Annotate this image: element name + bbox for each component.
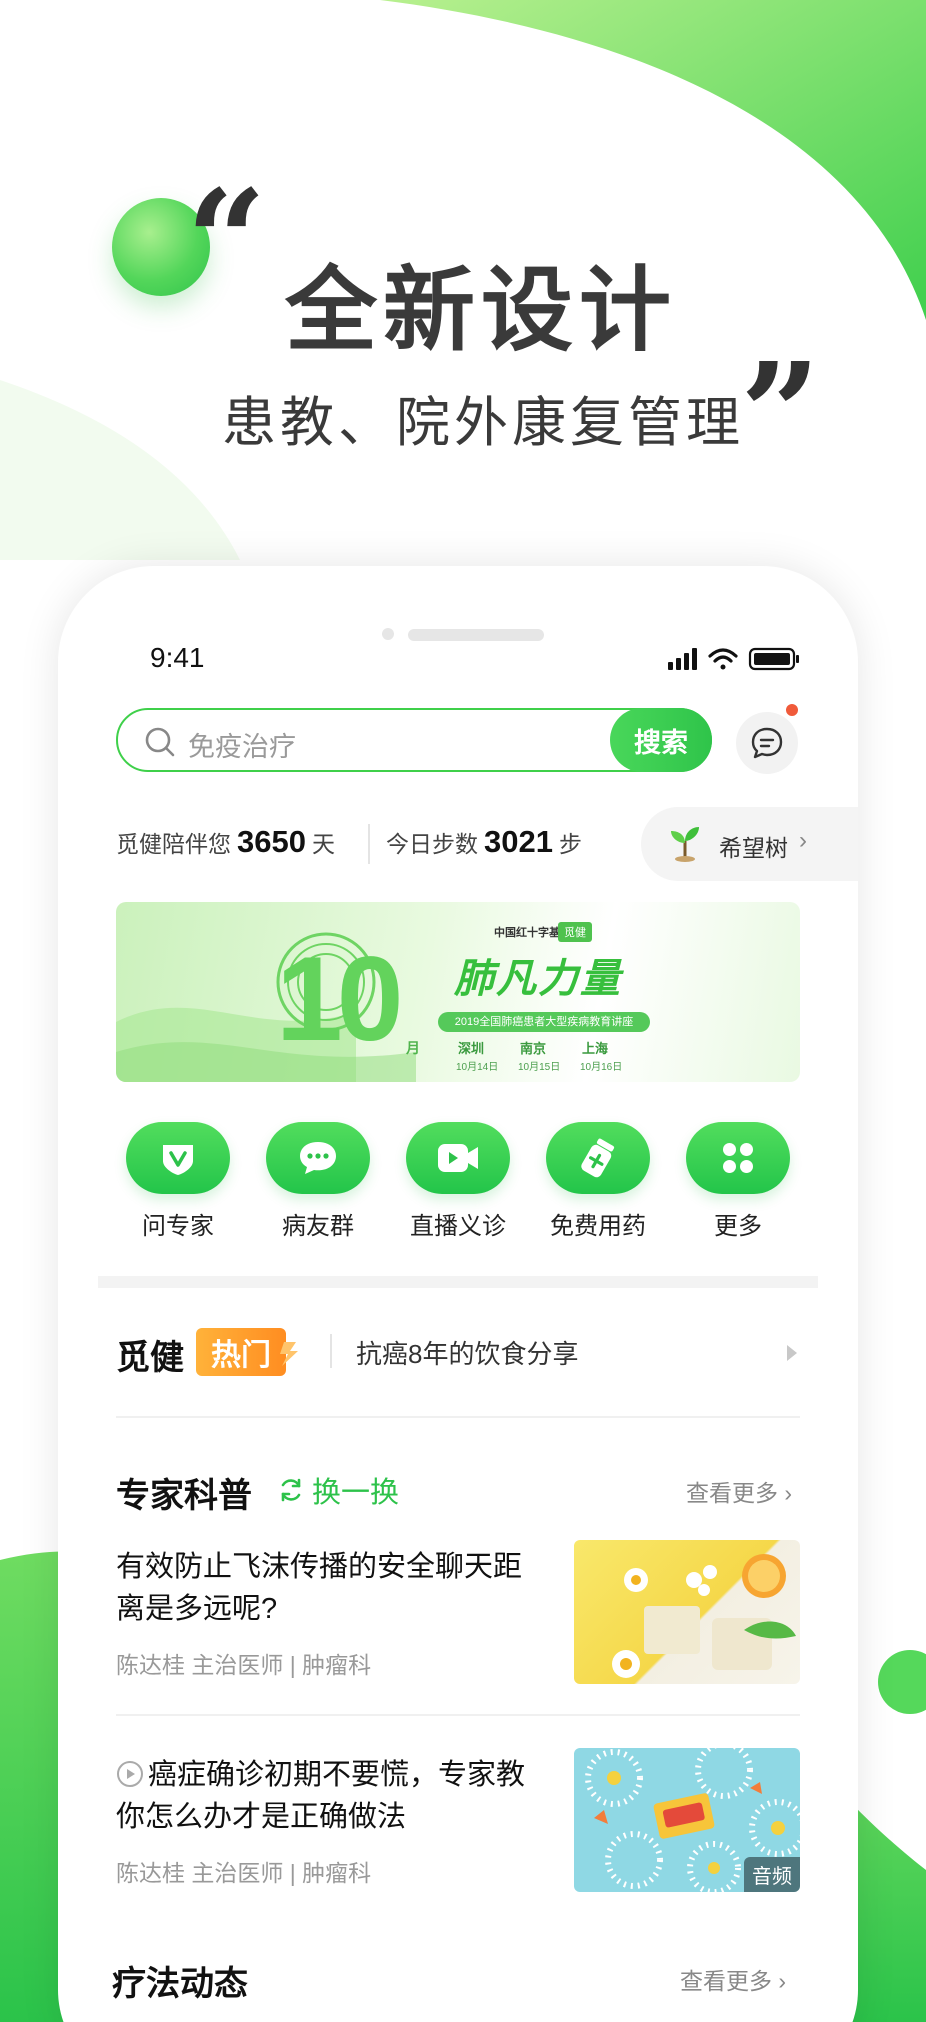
phone-frame: 9:41 免疫治疗 搜索 觅健陪伴您 3650 天 今日步数 3021 步 希望… [58,566,858,2022]
divider [116,1416,800,1418]
see-more-label: 查看更多 [680,1968,772,1994]
stats-divider [368,824,370,864]
section-title-expert: 专家科普 [116,1477,252,1515]
phone-screen: 9:41 免疫治疗 搜索 觅健陪伴您 3650 天 今日步数 3021 步 希望… [58,566,858,2022]
menu-label: 直播义诊 [410,1213,506,1240]
event-banner[interactable]: 10 月 中国红十字基金会 觅健 肺凡力量 2019全国肺癌患者大型疾病教育讲座… [116,902,800,1082]
refresh-label: 换一换 [312,1477,400,1509]
clover-icon [686,1122,790,1194]
article-title-text: 癌症确诊初期不要慌，专家教你怎么办才是正确做法 [116,1759,526,1834]
status-time: 9:41 [150,642,205,673]
message-button[interactable] [736,712,798,774]
see-more-link[interactable]: 查看更多 › [680,1962,786,1996]
signal-icon [668,648,697,670]
menu-ask-expert[interactable]: 问专家 [118,1122,238,1241]
companion-value: 3650 [237,824,306,859]
see-more-link[interactable]: 查看更多 › [686,1474,792,1508]
divider [116,1714,800,1716]
message-icon [751,727,783,759]
menu-patient-group[interactable]: 病友群 [258,1122,378,1241]
menu-live-clinic[interactable]: 直播义诊 [398,1122,518,1241]
banner-city: 上海 [582,1041,609,1056]
banner-city: 深圳 [458,1041,485,1056]
lightning-icon [280,1342,298,1366]
menu-free-medicine[interactable]: 免费用药 [538,1122,658,1241]
banner-date: 10月15日 [518,1062,561,1073]
hot-headline-link[interactable]: 抗癌8年的饮食分享 [356,1334,578,1371]
article-meta: 陈达桂 主治医师 | 肿瘤科 [116,1652,372,1678]
companion-unit: 天 [311,831,335,857]
refresh-button[interactable]: 换一换 [278,1468,399,1512]
speaker-bar [408,629,544,641]
hope-tree-label: 希望树 [719,835,788,861]
steps-label: 今日步数 [386,831,478,857]
menu-label: 病友群 [282,1213,354,1240]
open-quote-mark: “ [186,160,267,324]
section-title-therapy: 疗法动态 [112,1965,248,2003]
article-title[interactable]: 有效防止飞沫传播的安全聊天距离是多远呢? [116,1546,526,1630]
search-icon [145,727,175,757]
banner-date: 10月14日 [456,1062,499,1073]
wifi-icon [708,648,738,670]
v-shield-icon [126,1122,230,1194]
menu-label: 更多 [714,1213,762,1240]
banner-title: 肺凡力量 [454,957,622,1001]
article-thumbnail[interactable]: 音频 [574,1748,800,1892]
play-circle-icon [117,1761,143,1787]
menu-label: 问专家 [142,1213,214,1240]
article-meta: 陈达桂 主治医师 | 肿瘤科 [116,1860,372,1886]
camera-dot [382,628,394,640]
see-more-label: 查看更多 [686,1480,778,1506]
banner-month: 月 [406,1040,420,1056]
article-title[interactable]: 癌症确诊初期不要慌，专家教你怎么办才是正确做法 [116,1754,526,1838]
section-divider [98,1276,818,1288]
close-quote-mark: ” [740,333,821,497]
video-camera-icon [406,1122,510,1194]
banner-subtitle: 2019全国肺癌患者大型疾病教育讲座 [438,1012,650,1032]
chevron-right-icon: › [799,827,807,854]
steps-unit: 步 [558,831,582,857]
hot-brand: 觅健 [116,1339,184,1377]
article-image [612,1554,796,1678]
menu-more[interactable]: 更多 [678,1122,798,1241]
banner-number: 10 [276,932,404,1066]
search-input[interactable]: 免疫治疗 [188,725,296,764]
hot-divider [330,1334,332,1368]
companion-days: 觅健陪伴您 3650 天 [116,824,335,860]
banner-date: 10月16日 [580,1062,623,1073]
hope-tree-button[interactable]: 希望树 › [641,807,858,881]
article-thumbnail[interactable] [574,1540,800,1684]
status-icons [668,647,799,671]
companion-label: 觅健陪伴您 [116,831,231,857]
hero-subtitle: 患教、院外康复管理 [222,393,744,453]
audio-tag: 音频 [744,1857,800,1892]
battery-icon [748,647,799,671]
notification-dot [784,702,800,718]
caret-right-icon[interactable] [786,1344,798,1362]
banner-brand: 觅健 [558,922,592,942]
menu-label: 免费用药 [550,1213,646,1240]
banner-city: 南京 [520,1041,547,1056]
search-button[interactable]: 搜索 [610,708,712,772]
medicine-bottle-icon [546,1122,650,1194]
sprout-icon [671,827,699,862]
hot-badge: 热门 [196,1328,286,1376]
chat-bubble-icon [266,1122,370,1194]
today-steps: 今日步数 3021 步 [386,824,582,860]
refresh-icon [281,1478,301,1502]
search-bar[interactable]: 免疫治疗 搜索 [116,708,712,772]
steps-value: 3021 [484,824,553,859]
hero-title: 全新设计 [285,260,678,362]
